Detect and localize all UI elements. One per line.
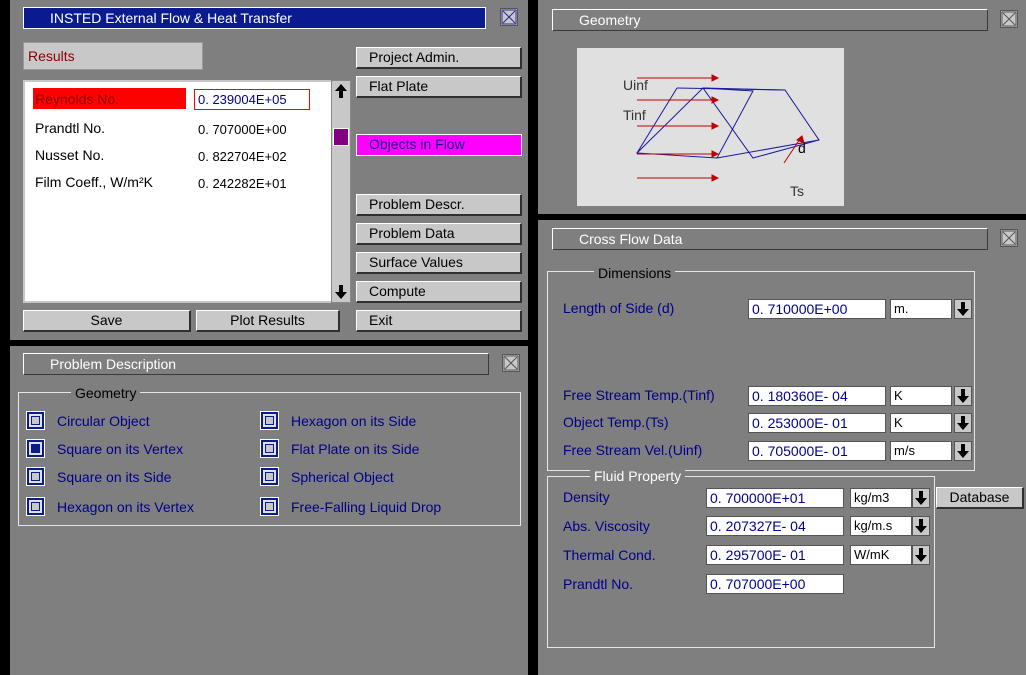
problem-description-close-icon[interactable] (502, 354, 520, 372)
tinf-field-label: Free Stream Temp.(Tinf) (563, 387, 715, 403)
flat-plate-on-side-checkbox[interactable] (260, 439, 279, 458)
tinf-field[interactable]: 0. 180360E- 04 (748, 386, 886, 406)
window-title: INSTED External Flow & Heat Transfer (50, 10, 292, 26)
density-field[interactable]: 0. 700000E+01 (706, 488, 844, 508)
hexagon-on-vertex-label[interactable]: Hexagon on its Vertex (57, 499, 194, 515)
results-list (23, 80, 333, 303)
uinf-label: Uinf (623, 77, 648, 93)
hexagon-on-vertex-checkbox[interactable] (26, 497, 45, 516)
geometry-close-icon[interactable] (1000, 10, 1018, 28)
thermal-cond-unit[interactable]: W/mK (850, 545, 912, 565)
results-scrollbar[interactable] (331, 80, 351, 303)
flat-plate-on-side-label[interactable]: Flat Plate on its Side (291, 441, 419, 457)
hexagon-on-side-checkbox[interactable] (260, 411, 279, 430)
free-falling-drop-label[interactable]: Free-Falling Liquid Drop (291, 499, 441, 515)
ts-field[interactable]: 0. 253000E- 01 (748, 413, 886, 433)
results-value-2: 0. 822704E+02 (198, 149, 287, 164)
dimensions-group-legend: Dimensions (594, 266, 676, 280)
length-label: Length of Side (d) (563, 300, 675, 316)
objects-in-flow-button[interactable]: Objects in Flow (356, 134, 522, 156)
results-value-3: 0. 242282E+01 (198, 176, 287, 191)
uinf-field[interactable]: 0. 705000E- 01 (748, 441, 886, 461)
geometry-title-bar: Geometry (552, 9, 988, 31)
results-value-1: 0. 707000E+00 (198, 122, 287, 137)
ts-field-label: Object Temp.(Ts) (563, 414, 669, 430)
ts-unit-dropdown-icon[interactable] (954, 413, 972, 433)
viscosity-label: Abs. Viscosity (563, 518, 650, 534)
results-value-0: 0. 239004E+05 (198, 92, 287, 107)
scroll-up-arrow-icon[interactable] (333, 82, 349, 103)
square-on-side-label[interactable]: Square on its Side (57, 469, 171, 485)
results-header: Results (23, 42, 203, 70)
problem-data-button[interactable]: Problem Data (356, 223, 522, 245)
surface-values-button[interactable]: Surface Values (356, 252, 522, 274)
cross-flow-close-icon[interactable] (1000, 229, 1018, 247)
results-label-3: Film Coeff., W/m²K (35, 174, 153, 190)
tinf-unit[interactable]: K (890, 386, 952, 406)
thermal-cond-label: Thermal Cond. (563, 547, 656, 563)
spherical-object-checkbox[interactable] (260, 467, 279, 486)
geometry-group-legend: Geometry (71, 386, 141, 400)
window-title-bar: INSTED External Flow & Heat Transfer (23, 7, 486, 29)
d-label: d (798, 140, 806, 156)
problem-description-title: Problem Description (50, 356, 177, 372)
length-unit[interactable]: m. (890, 299, 952, 319)
project-admin-button[interactable]: Project Admin. (356, 47, 522, 69)
viscosity-unit[interactable]: kg/m.s (850, 516, 912, 536)
uinf-unit-dropdown-icon[interactable] (954, 441, 972, 461)
hexagon-on-side-label[interactable]: Hexagon on its Side (291, 413, 416, 429)
prandtl-label: Prandtl No. (563, 576, 634, 592)
results-label-0: Reynolds No. (35, 91, 120, 107)
thermal-cond-unit-dropdown-icon[interactable] (912, 545, 930, 565)
save-button[interactable]: Save (23, 310, 191, 332)
uinf-unit[interactable]: m/s (890, 441, 952, 461)
density-unit-dropdown-icon[interactable] (912, 488, 930, 508)
square-on-vertex-label[interactable]: Square on its Vertex (57, 441, 183, 457)
exit-button[interactable]: Exit (356, 310, 522, 332)
free-falling-drop-checkbox[interactable] (260, 497, 279, 516)
results-label-1: Prandtl No. (35, 120, 106, 136)
spherical-object-label[interactable]: Spherical Object (291, 469, 394, 485)
problem-description-title-bar: Problem Description (23, 353, 489, 375)
database-button[interactable]: Database (936, 487, 1024, 509)
cross-flow-title-bar: Cross Flow Data (552, 228, 988, 250)
flat-plate-button[interactable]: Flat Plate (356, 76, 522, 98)
cross-flow-title: Cross Flow Data (579, 231, 683, 247)
scroll-thumb[interactable] (333, 128, 349, 146)
ts-unit[interactable]: K (890, 413, 952, 433)
density-unit[interactable]: kg/m3 (850, 488, 912, 508)
square-on-side-checkbox[interactable] (26, 467, 45, 486)
close-icon[interactable] (500, 8, 518, 26)
length-field[interactable]: 0. 710000E+00 (748, 299, 886, 319)
uinf-field-label: Free Stream Vel.(Uinf) (563, 442, 703, 458)
problem-descr-button[interactable]: Problem Descr. (356, 194, 522, 216)
square-object-diagram: Uinf Tinf d Ts (623, 74, 820, 199)
circular-object-label[interactable]: Circular Object (57, 413, 150, 429)
tinf-label: Tinf (623, 107, 646, 123)
ts-label: Ts (790, 183, 804, 199)
viscosity-field[interactable]: 0. 207327E- 04 (706, 516, 844, 536)
square-on-vertex-checkbox[interactable] (26, 439, 45, 458)
density-label: Density (563, 489, 610, 505)
results-label-2: Nusset No. (35, 147, 105, 163)
geometry-diagram: Uinf Tinf d Ts (577, 48, 844, 206)
fluid-property-group-legend: Fluid Property (590, 469, 686, 483)
tinf-unit-dropdown-icon[interactable] (954, 386, 972, 406)
plot-results-button[interactable]: Plot Results (196, 310, 340, 332)
scroll-down-arrow-icon[interactable] (333, 283, 349, 304)
viscosity-unit-dropdown-icon[interactable] (912, 516, 930, 536)
circular-object-checkbox[interactable] (26, 411, 45, 430)
prandtl-field[interactable]: 0. 707000E+00 (706, 574, 844, 594)
geometry-title: Geometry (579, 12, 641, 28)
compute-button[interactable]: Compute (356, 281, 522, 303)
length-unit-dropdown-icon[interactable] (954, 299, 972, 319)
thermal-cond-field[interactable]: 0. 295700E- 01 (706, 545, 844, 565)
